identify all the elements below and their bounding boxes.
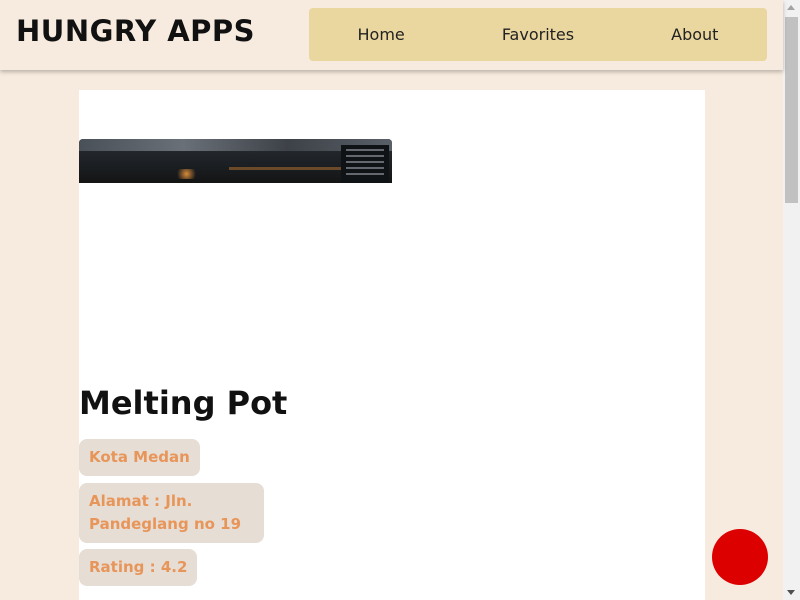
- restaurant-name: Melting Pot: [79, 384, 288, 422]
- app-header: HUNGRY APPS Home Favorites About: [0, 0, 783, 70]
- scrollbar-thumb[interactable]: [785, 17, 798, 203]
- address-badge: Alamat : Jln. Pandeglang no 19: [79, 483, 264, 543]
- nav-about-link[interactable]: About: [657, 19, 732, 50]
- nav-favorites-link[interactable]: Favorites: [488, 19, 588, 50]
- restaurant-image: [79, 139, 392, 183]
- rating-badge: Rating : 4.2: [79, 549, 198, 586]
- main-nav: Home Favorites About: [309, 8, 767, 61]
- page-scrollbar[interactable]: [783, 0, 800, 600]
- image-menu-board: [341, 145, 389, 183]
- image-shelf: [229, 167, 349, 170]
- scroll-up-icon[interactable]: [787, 5, 795, 10]
- brand-title: HUNGRY APPS: [16, 14, 256, 48]
- scroll-down-icon[interactable]: [787, 590, 795, 595]
- favorite-button[interactable]: [712, 529, 768, 585]
- restaurant-detail-card: Melting Pot Kota Medan Alamat : Jln. Pan…: [79, 90, 705, 600]
- nav-home-link[interactable]: Home: [344, 19, 419, 50]
- image-lights: [174, 169, 199, 179]
- city-badge: Kota Medan: [79, 439, 200, 476]
